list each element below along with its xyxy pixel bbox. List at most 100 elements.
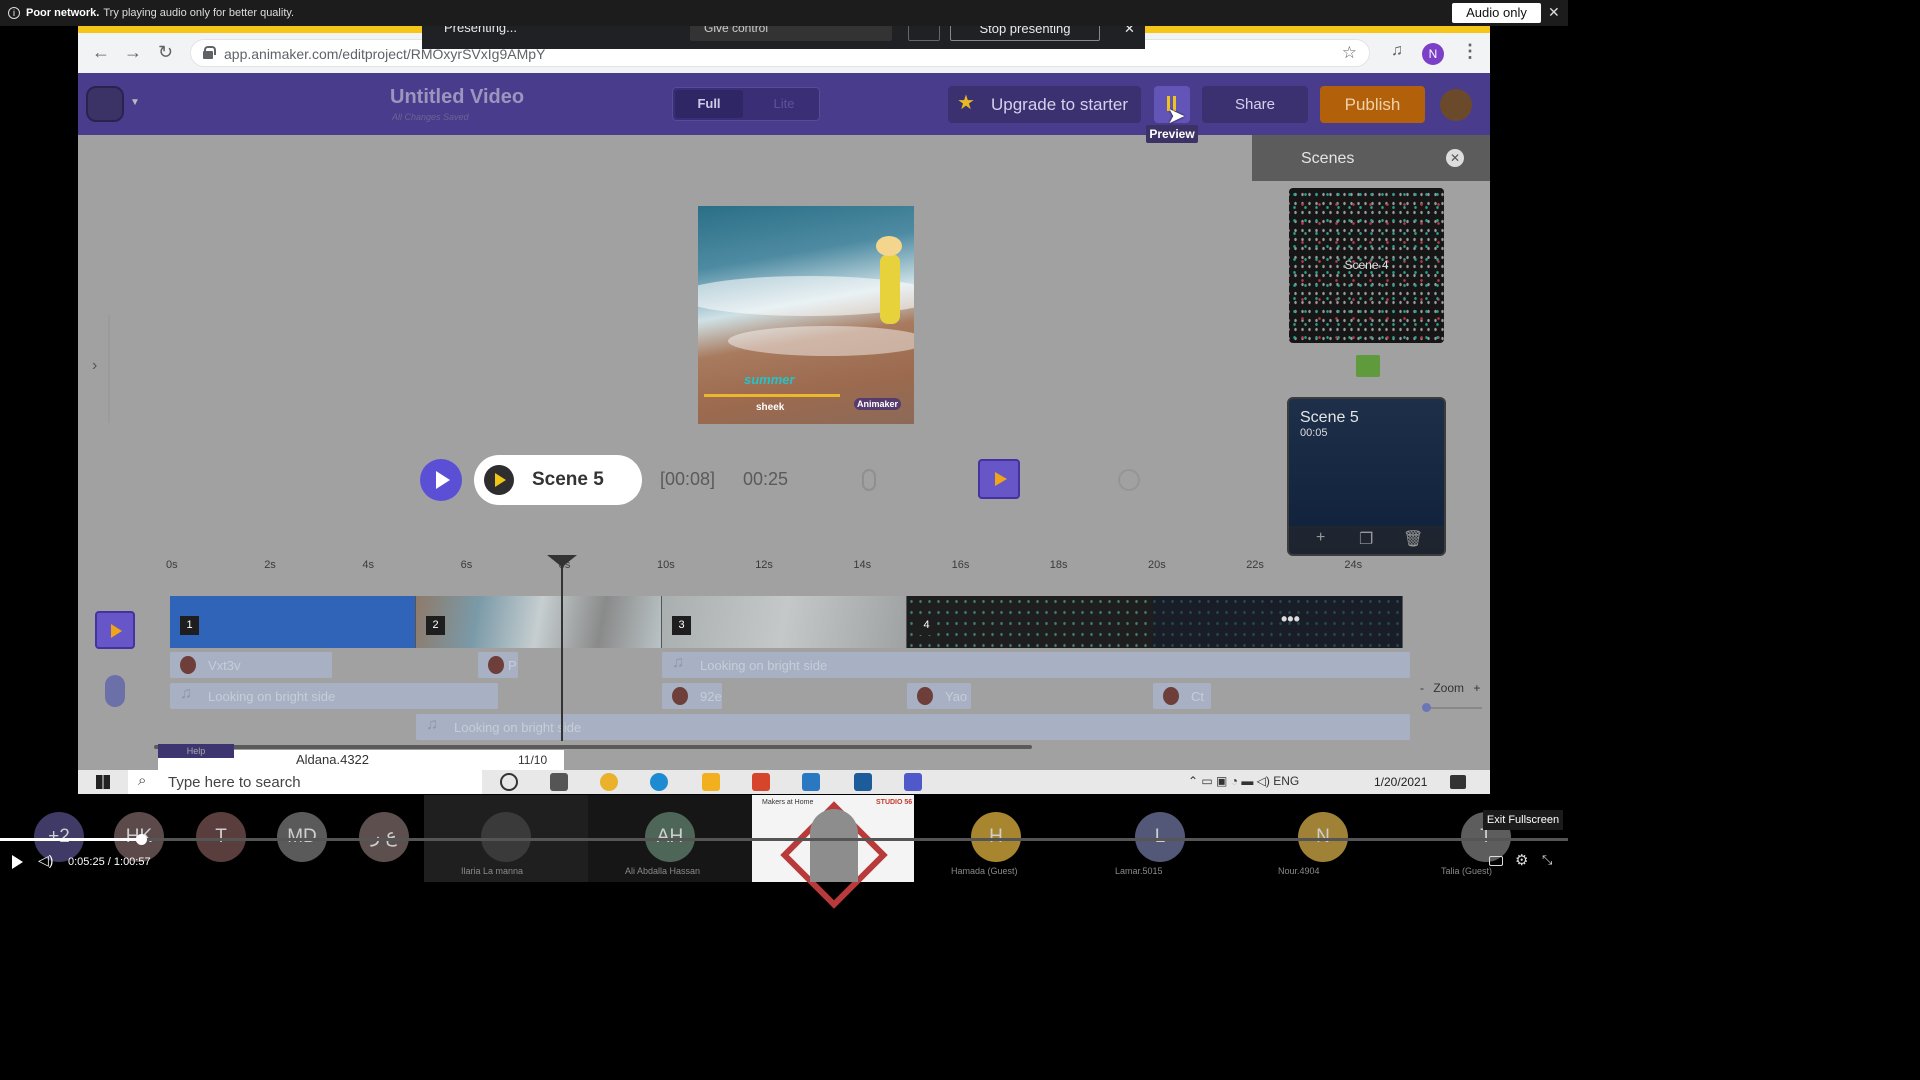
- reload-icon[interactable]: ↻: [158, 42, 173, 63]
- timeline-lane-item[interactable]: ♫ Looking on bright side: [416, 714, 1410, 740]
- trash-icon[interactable]: 🗑: [1403, 529, 1423, 549]
- pin-icon[interactable]: ⤡: [1542, 852, 1552, 868]
- profile-avatar[interactable]: N: [1422, 43, 1444, 65]
- file-explorer-icon[interactable]: [702, 773, 720, 791]
- video-preview-icon[interactable]: [978, 459, 1020, 499]
- animaker-logo-icon[interactable]: [86, 86, 124, 122]
- mode-lite-button[interactable]: Lite: [755, 90, 813, 118]
- system-tray[interactable]: ⌃ ▭ ▣ ◔ ▬ ◁) ENG: [1188, 774, 1299, 788]
- timeline-scene-4[interactable]: 4 •••: [907, 596, 1403, 648]
- zoom-in-button[interactable]: +: [1473, 681, 1480, 695]
- forward-arrow-icon[interactable]: →: [124, 42, 142, 63]
- upgrade-button[interactable]: ★ Upgrade to starter: [948, 86, 1141, 123]
- zoom-out-button[interactable]: -: [1420, 681, 1424, 695]
- user-avatar[interactable]: [1440, 89, 1472, 121]
- timeline-lane-item[interactable]: Ct: [1153, 683, 1211, 709]
- timeline-scene-1[interactable]: 1: [170, 596, 416, 648]
- canvas-text-sheek[interactable]: sheek: [756, 402, 784, 413]
- participant-avatar[interactable]: ع ر: [359, 812, 409, 862]
- scene-canvas[interactable]: summer sheek Animaker: [698, 206, 914, 424]
- timeline-lane-item[interactable]: ♫ Looking on bright side: [170, 683, 498, 709]
- chevron-right-icon[interactable]: ›: [92, 357, 97, 375]
- timeline-tick-label: 10s: [657, 559, 675, 571]
- back-arrow-icon[interactable]: ←: [92, 42, 110, 63]
- participant-avatar[interactable]: N: [1298, 812, 1348, 862]
- captions-icon[interactable]: [1489, 856, 1503, 866]
- transition-icon[interactable]: [1356, 355, 1380, 377]
- close-icon[interactable]: ✕: [1548, 4, 1560, 21]
- play-icon[interactable]: [12, 855, 23, 869]
- close-icon[interactable]: ✕: [1124, 26, 1135, 37]
- stop-presenting-button[interactable]: Stop presenting: [950, 26, 1100, 41]
- scene-play-pill[interactable]: Scene 5: [474, 455, 642, 505]
- task-view-icon[interactable]: [550, 773, 568, 791]
- gear-icon[interactable]: ⚙: [1515, 851, 1528, 869]
- cortana-icon[interactable]: [500, 773, 518, 791]
- volume-icon[interactable]: ◁): [38, 852, 53, 869]
- timeline-scrollbar[interactable]: [154, 745, 1032, 749]
- character-figure[interactable]: [876, 236, 902, 324]
- scene-thumbnail-4[interactable]: Scene 4: [1289, 188, 1444, 343]
- participant-avatar[interactable]: MD: [277, 812, 327, 862]
- microphone-icon[interactable]: [105, 675, 125, 707]
- chrome-icon[interactable]: [600, 773, 618, 791]
- timeline-lane-item[interactable]: Yao: [907, 683, 971, 709]
- play-button[interactable]: [420, 459, 462, 501]
- timeline-lane-item[interactable]: ♫ Looking on bright side: [662, 652, 1410, 678]
- canvas-text-summer[interactable]: summer: [744, 372, 795, 387]
- timeline-ruler[interactable]: 0s2s4s6s8s10s12s14s16s18s20s22s24s: [166, 559, 1366, 579]
- give-control-dropdown[interactable]: Give control: [690, 26, 892, 41]
- taskbar-search-input[interactable]: ⌕ Type here to search: [128, 770, 482, 794]
- lane-label: Vxt3v: [208, 658, 241, 673]
- timeline-lane-item[interactable]: P: [478, 652, 518, 678]
- scene-thumbnail-5[interactable]: Scene 5 00:05 + ❐ 🗑: [1287, 397, 1446, 556]
- microphone-icon[interactable]: [862, 469, 876, 491]
- timeline-playhead[interactable]: [547, 555, 577, 741]
- timeline-scene-2[interactable]: 2: [416, 596, 662, 648]
- publish-button[interactable]: Publish: [1320, 86, 1425, 123]
- taskbar-date[interactable]: 1/20/2021: [1374, 775, 1427, 789]
- browser-menu-icon[interactable]: ⋮: [1461, 41, 1479, 62]
- playback-progress-bar[interactable]: [0, 834, 1568, 845]
- annotate-icon[interactable]: [908, 26, 940, 41]
- timeline-tick-label: 14s: [853, 559, 872, 571]
- add-icon[interactable]: +: [1316, 529, 1325, 547]
- participant-avatar[interactable]: L: [1135, 812, 1185, 862]
- participant-avatar[interactable]: [481, 812, 531, 862]
- participant-avatar[interactable]: AH: [645, 812, 695, 862]
- help-tab[interactable]: Help: [158, 744, 234, 758]
- share-button[interactable]: Share: [1202, 86, 1308, 123]
- timeline-lane-item[interactable]: 92e: [662, 683, 722, 709]
- scene-5-segment[interactable]: [1153, 596, 1402, 648]
- edge-icon[interactable]: [650, 773, 668, 791]
- media-control-icon[interactable]: ♫: [1391, 42, 1403, 60]
- duplicate-icon[interactable]: ❐: [1359, 529, 1373, 549]
- zoom-slider-track[interactable]: [1424, 707, 1482, 709]
- mail-icon[interactable]: [802, 773, 820, 791]
- participant-avatar[interactable]: T: [196, 812, 246, 862]
- language-indicator[interactable]: ENG: [1273, 774, 1299, 788]
- project-title[interactable]: Untitled Video: [390, 86, 524, 109]
- timeline-lane-item[interactable]: Vxt3v: [170, 652, 332, 678]
- close-icon[interactable]: ✕: [1446, 149, 1464, 167]
- audio-only-button[interactable]: Audio only: [1452, 3, 1541, 23]
- teams-icon[interactable]: [904, 773, 922, 791]
- progress-fill: [0, 838, 142, 841]
- chevron-down-icon[interactable]: ▼: [130, 97, 140, 108]
- total-time: 00:25: [743, 469, 789, 489]
- bookmark-star-icon[interactable]: ☆: [1342, 43, 1357, 63]
- shared-screen: ← → ↻ app.animaker.com/editproject/RMOxy…: [78, 26, 1490, 794]
- more-icon[interactable]: •••: [1281, 609, 1300, 630]
- settings-icon[interactable]: [1118, 469, 1140, 491]
- play-scene-icon[interactable]: [484, 465, 514, 495]
- tile-logo-left: Makers at Home: [762, 799, 814, 806]
- windows-start-icon[interactable]: [96, 775, 110, 789]
- app-icon[interactable]: [854, 773, 872, 791]
- zoom-slider-handle[interactable]: [1422, 703, 1431, 712]
- mode-full-button[interactable]: Full: [675, 90, 743, 118]
- store-icon[interactable]: [752, 773, 770, 791]
- participant-avatar[interactable]: H: [971, 812, 1021, 862]
- timeline-tick-label: 18s: [1049, 559, 1068, 571]
- notification-icon[interactable]: [1450, 775, 1466, 789]
- timeline-scene-3[interactable]: 3: [662, 596, 907, 648]
